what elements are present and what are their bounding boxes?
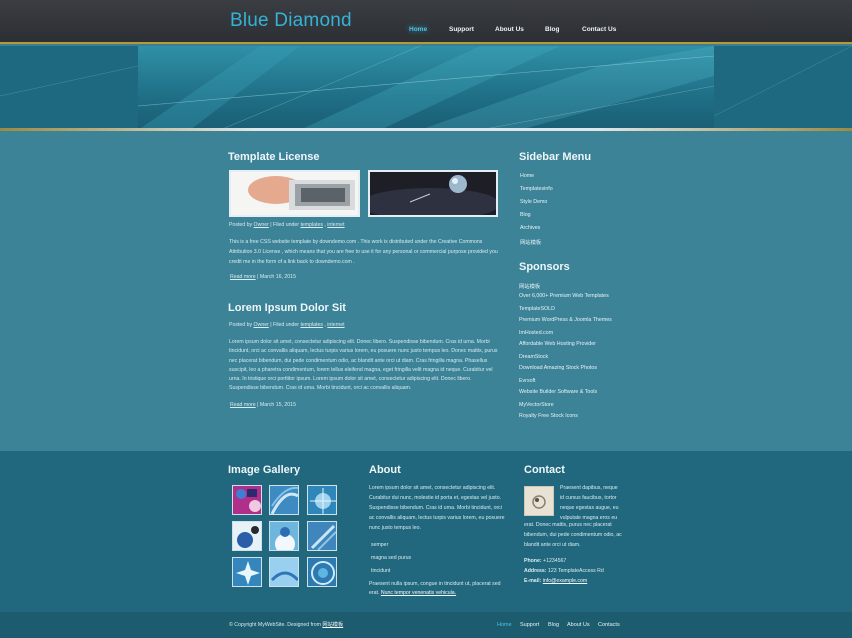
author-link[interactable]: Owner	[254, 322, 269, 328]
post-image-clock	[368, 170, 498, 217]
about-list: semper magna sed purus tincidunt	[371, 539, 411, 578]
tag-link[interactable]: internet	[327, 222, 344, 228]
sponsor-desc: Website Builder Software & Tools	[519, 389, 598, 395]
gallery-thumb[interactable]	[232, 557, 262, 587]
gallery-thumb[interactable]	[232, 521, 262, 551]
contact-avatar	[524, 486, 554, 516]
sponsor-link[interactable]: TemplateSOLD	[519, 306, 612, 317]
nav-about-us[interactable]: About Us	[495, 26, 524, 33]
sponsor-link[interactable]: MyVectorStore	[519, 402, 612, 413]
post-footer: Read more | March 16, 2015	[230, 274, 296, 280]
post-image-hand	[229, 170, 360, 217]
gallery-thumb[interactable]	[307, 557, 337, 587]
bottom-bar	[0, 612, 852, 638]
sidebar-item-web-templates[interactable]: 网站模板	[520, 238, 553, 251]
sponsor-link[interactable]: DreamStock	[519, 354, 612, 365]
about-text: Lorem ipsum dolor sit amet, consectetur …	[369, 485, 505, 531]
gallery-thumb[interactable]	[307, 485, 337, 515]
list-item: magna sed purus	[371, 555, 412, 561]
nav-home[interactable]: Home	[409, 26, 427, 33]
nav-blog[interactable]: Blog	[545, 26, 559, 33]
sidebar-item-home[interactable]: Home	[520, 173, 553, 186]
gallery-thumb[interactable]	[307, 521, 337, 551]
contact-text-bottom: erat. Donec mattis, purus nec placerat b…	[524, 522, 622, 548]
gallery-thumb[interactable]	[269, 557, 299, 587]
gallery-title: Image Gallery	[228, 464, 301, 476]
gallery-thumb[interactable]	[269, 521, 299, 551]
post-title[interactable]: Template License	[228, 151, 320, 163]
header-banner	[0, 46, 852, 130]
post-body: This is a free CSS website template by d…	[229, 239, 498, 265]
footer-nav-home[interactable]: Home	[497, 622, 512, 628]
main-nav: Home Support About Us Blog Contact Us	[0, 26, 852, 38]
banner-graphic	[0, 46, 852, 130]
sponsors-list: 网站模板 Over 6,000+ Premium Web Templates T…	[519, 282, 612, 426]
sidebar-menu: Home Templatesinfo Style Demo Blog Archi…	[520, 173, 553, 251]
post-body: Lorem ipsum dolor sit amet, consectetur …	[229, 339, 498, 392]
contact-title: Contact	[524, 464, 565, 476]
sponsor-desc: Affordable Web Hosting Provider	[519, 341, 596, 347]
footer-nav-support[interactable]: Support	[520, 622, 539, 628]
sponsor-link[interactable]: Evrsoft	[519, 378, 612, 389]
about-title: About	[369, 464, 401, 476]
list-item: semper	[371, 542, 389, 548]
designer-link[interactable]: 网站模板	[322, 622, 343, 628]
sponsor-desc: Royalty Free Stock Icons	[519, 413, 578, 419]
sponsors-title: Sponsors	[519, 261, 570, 273]
post-meta: Posted by Owner | Filed under templates …	[229, 222, 345, 228]
gallery-thumb[interactable]	[232, 485, 262, 515]
read-more-link[interactable]: Read more	[230, 274, 256, 280]
sidebar-item-archives[interactable]: Archives	[520, 225, 553, 238]
contact-text-top: Praesent dapibus, neque id cursus faucib…	[560, 485, 619, 521]
footer-nav-blog[interactable]: Blog	[548, 622, 559, 628]
copyright: © Copyright MyWebSite. Designed from 网站模…	[229, 622, 344, 628]
contact-details: Phone: +1234567 Address: 123 TemplateAcc…	[524, 558, 604, 584]
nav-support[interactable]: Support	[449, 26, 474, 33]
sponsor-link[interactable]: 网站模板	[519, 282, 612, 293]
sidebar-item-blog[interactable]: Blog	[520, 212, 553, 225]
post-meta: Posted by Owner | Filed under templates …	[229, 322, 345, 328]
tag-link[interactable]: templates	[300, 322, 323, 328]
post-title[interactable]: Lorem Ipsum Dolor Sit	[228, 302, 346, 314]
tag-link[interactable]: templates	[300, 222, 323, 228]
email-link[interactable]: info@example.com	[543, 578, 587, 584]
gallery-thumb[interactable]	[269, 485, 299, 515]
about-link[interactable]: Nunc tempor venenatis vehicula.	[381, 590, 456, 596]
post-footer: Read more | March 15, 2015	[230, 402, 296, 408]
sponsor-desc: Over 6,000+ Premium Web Templates	[519, 293, 609, 299]
footer-nav-about-us[interactable]: About Us	[567, 622, 590, 628]
sidebar-menu-title: Sidebar Menu	[519, 151, 592, 163]
sidebar-item-templatesinfo[interactable]: Templatesinfo	[520, 186, 553, 199]
sponsor-link[interactable]: ImHosted.com	[519, 330, 612, 341]
read-more-link[interactable]: Read more	[230, 402, 256, 408]
sponsor-desc: Premium WordPress & Joomla Themes	[519, 317, 612, 323]
sidebar-item-style-demo[interactable]: Style Demo	[520, 199, 553, 212]
header: Blue Diamond Home Support About Us Blog …	[0, 0, 852, 44]
nav-contact-us[interactable]: Contact Us	[582, 26, 616, 33]
sponsor-desc: Download Amazing Stock Photos	[519, 365, 598, 371]
list-item: tincidunt	[371, 568, 391, 574]
about-closing: Praesent nulla ipsum, congue in tincidun…	[369, 581, 501, 596]
author-link[interactable]: Owner	[254, 222, 269, 228]
footer-nav-contacts[interactable]: Contacts	[598, 622, 620, 628]
tag-link[interactable]: internet	[327, 322, 344, 328]
